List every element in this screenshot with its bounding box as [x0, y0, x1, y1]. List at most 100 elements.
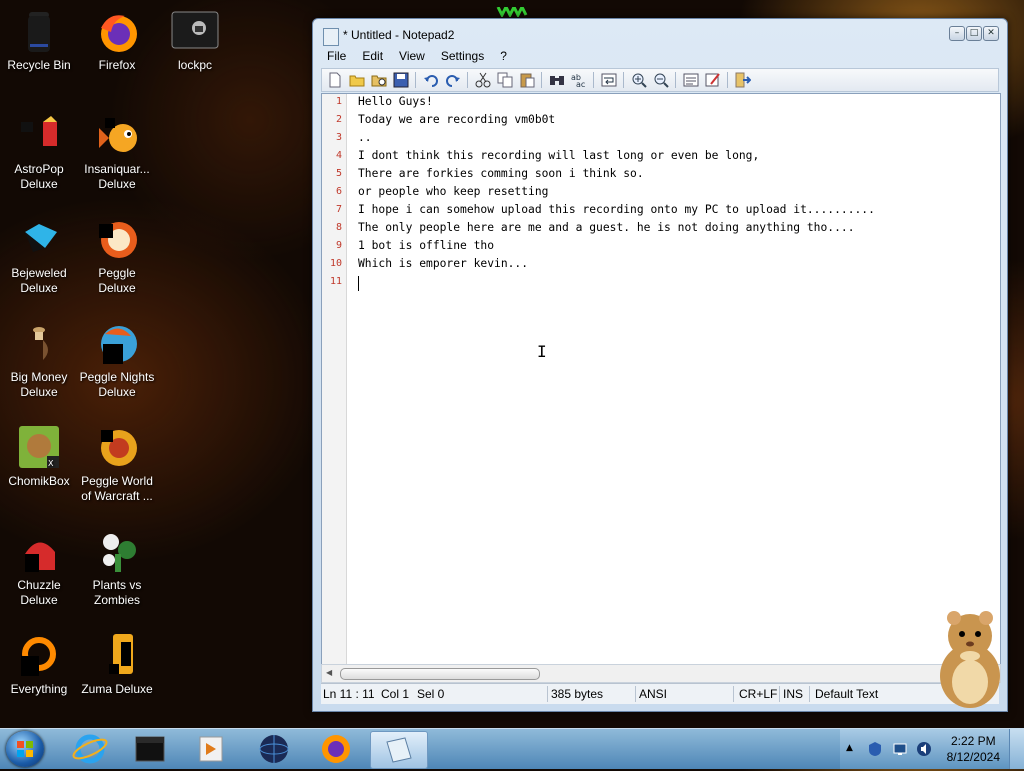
desktop-icon-label: AstroPop Deluxe	[14, 162, 64, 191]
desktop-icon-chomikbox[interactable]: X ChomikBox	[0, 426, 78, 489]
toolbar-separator	[415, 72, 416, 88]
clock-date: 8/12/2024	[946, 750, 1000, 764]
chuzzle-icon	[17, 530, 61, 574]
plants-vs-zombies-icon	[95, 530, 139, 574]
menu-file[interactable]: File	[319, 47, 354, 65]
desktop-icon-lockpc[interactable]: lockpc	[156, 10, 234, 73]
desktop-icon-zuma[interactable]: Zuma Deluxe	[78, 634, 156, 697]
maximize-button[interactable]: □	[966, 26, 982, 41]
exit-icon[interactable]	[735, 72, 752, 88]
horizontal-scrollbar[interactable]: ◀	[321, 664, 1001, 683]
status-line-endings[interactable]: CR+LF	[739, 687, 777, 701]
firefox-icon	[322, 735, 350, 763]
text-line: I hope i can somehow upload this recordi…	[358, 203, 875, 216]
open-folder-icon[interactable]	[349, 72, 365, 88]
toolbar: ab ac	[321, 68, 999, 92]
desktop-icon-big-money[interactable]: Big Money Deluxe	[0, 322, 78, 400]
desktop-icon-peggle[interactable]: Peggle Deluxe	[78, 218, 156, 296]
peggle-nights-icon	[95, 322, 139, 366]
status-separator	[779, 686, 780, 702]
redo-icon[interactable]	[445, 72, 461, 88]
menu-view[interactable]: View	[391, 47, 433, 65]
network-icon[interactable]	[892, 741, 908, 757]
security-shield-icon[interactable]	[868, 741, 882, 757]
status-encoding[interactable]: ANSI	[639, 687, 667, 701]
scheme-icon[interactable]	[683, 72, 699, 88]
menu-bar: File Edit View Settings ?	[319, 47, 515, 65]
svg-text:X: X	[48, 459, 54, 468]
undo-icon[interactable]	[423, 72, 439, 88]
desktop-icon-firefox[interactable]: Firefox	[78, 10, 156, 73]
globe-icon	[259, 735, 289, 763]
taskbar-media-center[interactable]	[122, 731, 178, 767]
save-icon[interactable]	[393, 72, 409, 88]
menu-settings[interactable]: Settings	[433, 47, 492, 65]
desktop-icon-label: lockpc	[177, 58, 212, 72]
desktop-icon-label: Peggle World of Warcraft ...	[81, 474, 153, 503]
cut-icon[interactable]	[475, 72, 491, 88]
ibeam-cursor-icon: I	[537, 342, 547, 361]
replace-icon[interactable]: ab ac	[571, 72, 587, 89]
notepad-app-icon	[323, 28, 339, 46]
notepad2-window[interactable]: * Untitled - Notepad2 – □ ✕ File Edit Vi…	[312, 18, 1008, 712]
taskbar-media-player[interactable]	[182, 731, 238, 767]
desktop-icon-label: Firefox	[98, 58, 136, 72]
show-hidden-icons-icon[interactable]: ▲	[846, 743, 853, 753]
text-line: 1 bot is offline tho	[358, 239, 495, 252]
system-tray: ▲ 2:22 PM 8/12/2024	[840, 729, 1024, 769]
find-icon[interactable]	[549, 72, 565, 88]
desktop-icon-label: Chuzzle Deluxe	[17, 578, 61, 607]
taskbar-internet-explorer[interactable]	[62, 731, 118, 767]
status-bar: Ln 11 : 11 Col 1 Sel 0 385 bytes ANSI CR…	[321, 683, 999, 704]
menu-edit[interactable]: Edit	[354, 47, 391, 65]
media-box-icon	[135, 736, 165, 762]
desktop-icon-label: Peggle Deluxe	[98, 266, 136, 295]
desktop-icon-label: Insaniquar... Deluxe	[84, 162, 150, 191]
media-player-icon	[199, 736, 223, 762]
taskbar-notepad2[interactable]	[370, 731, 428, 769]
desktop-icon-label: Everything	[10, 682, 68, 696]
minimize-button[interactable]: –	[949, 26, 965, 41]
text-line: I dont think this recording will last lo…	[358, 149, 760, 162]
desktop-icon-astropop[interactable]: AstroPop Deluxe	[0, 114, 78, 192]
line-number: 5	[335, 168, 342, 179]
word-wrap-icon[interactable]	[601, 72, 617, 88]
desktop-icon-recycle-bin[interactable]: Recycle Bin	[0, 10, 78, 73]
close-button[interactable]: ✕	[983, 26, 999, 41]
recycle-bin-icon	[17, 10, 61, 54]
status-scheme[interactable]: Default Text	[815, 687, 878, 701]
new-file-icon[interactable]	[327, 72, 343, 88]
scroll-left-arrow-icon[interactable]: ◀	[326, 668, 332, 677]
show-desktop-button[interactable]	[1009, 729, 1024, 769]
menu-help[interactable]: ?	[492, 47, 515, 65]
scrollbar-thumb[interactable]	[340, 668, 540, 680]
taskbar-firefox[interactable]	[308, 731, 364, 767]
line-number: 4	[335, 150, 342, 161]
line-number: 9	[335, 240, 342, 251]
desktop-icon-peggle-nights[interactable]: Peggle Nights Deluxe	[78, 322, 156, 400]
desktop-icon-insaniquarium[interactable]: Insaniquar... Deluxe	[78, 114, 156, 192]
toolbar-separator	[593, 72, 594, 88]
line-number: 1	[335, 96, 342, 107]
zoom-in-icon[interactable]	[631, 72, 647, 88]
paste-icon[interactable]	[519, 72, 535, 88]
status-line-position: Ln 11 : 11	[323, 687, 375, 701]
volume-icon[interactable]	[916, 741, 932, 757]
clock[interactable]: 2:22 PM 8/12/2024	[947, 733, 1000, 765]
desktop-icon-everything[interactable]: Everything	[0, 634, 78, 697]
copy-icon[interactable]	[497, 72, 513, 88]
desktop-icon-bejeweled[interactable]: Bejeweled Deluxe	[0, 218, 78, 296]
desktop-icon-label: Recycle Bin	[7, 58, 71, 72]
browse-icon[interactable]	[371, 72, 387, 88]
desktop-icon-chuzzle[interactable]: Chuzzle Deluxe	[0, 530, 78, 608]
status-insert-mode[interactable]: INS	[783, 687, 803, 701]
window-title: * Untitled - Notepad2	[343, 28, 455, 42]
text-editor[interactable]: 1 2 3 4 5 6 7 8 9 10 11 Hello Guys! Toda…	[321, 93, 1001, 665]
start-button[interactable]	[6, 731, 44, 767]
desktop-icon-plants-vs-zombies[interactable]: Plants vs Zombies	[78, 530, 156, 608]
scheme-config-icon[interactable]	[705, 72, 721, 88]
taskbar-globe-app[interactable]	[246, 731, 302, 767]
desktop-icon-label: Bejeweled Deluxe	[11, 266, 67, 295]
zoom-out-icon[interactable]	[653, 72, 669, 88]
desktop-icon-peggle-wow[interactable]: Peggle World of Warcraft ...	[78, 426, 156, 504]
